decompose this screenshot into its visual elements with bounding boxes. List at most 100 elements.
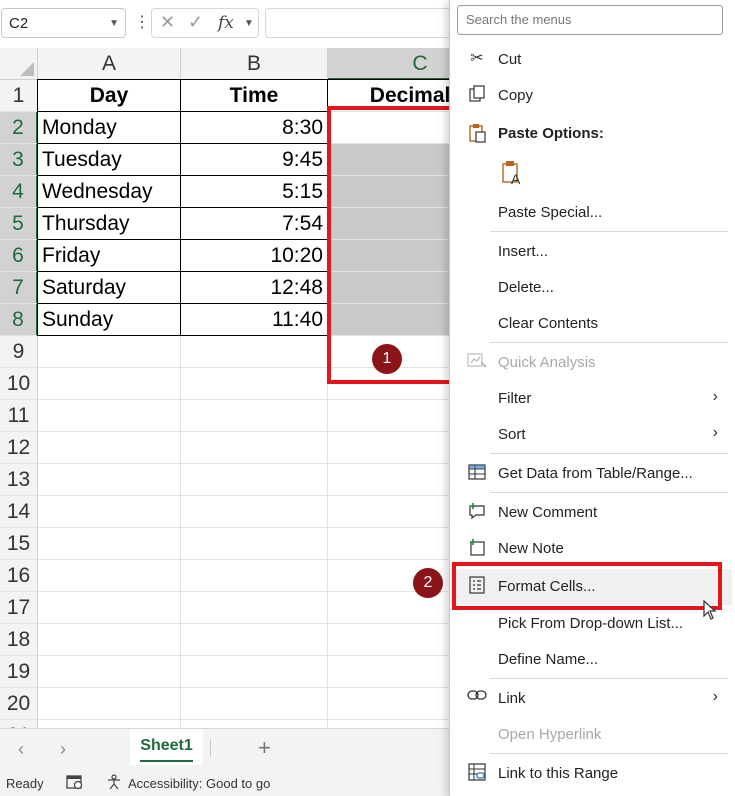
- menu-item-insert[interactable]: Insert...: [450, 234, 732, 268]
- menu-search-input[interactable]: Search the menus: [457, 5, 723, 35]
- cell-b2[interactable]: 8:30: [181, 112, 328, 144]
- cell-a2[interactable]: Monday: [38, 112, 181, 144]
- name-box[interactable]: C2 ▼: [1, 8, 126, 38]
- cell-b1[interactable]: Time: [181, 80, 328, 112]
- column-header-b[interactable]: B: [181, 48, 328, 80]
- cell-b4[interactable]: 5:15: [181, 176, 328, 208]
- select-all-button[interactable]: [0, 48, 38, 80]
- cell-b15[interactable]: [181, 528, 328, 560]
- cell-a15[interactable]: [38, 528, 181, 560]
- menu-item-clear-contents[interactable]: Clear Contents: [450, 306, 732, 340]
- add-sheet-button[interactable]: +: [258, 735, 271, 761]
- cell-b9[interactable]: [181, 336, 328, 368]
- cell-b20[interactable]: [181, 688, 328, 720]
- cell-b19[interactable]: [181, 656, 328, 688]
- cell-a8[interactable]: Sunday: [38, 304, 181, 336]
- cell-a19[interactable]: [38, 656, 181, 688]
- cell-a18[interactable]: [38, 624, 181, 656]
- row-header-21[interactable]: 21: [0, 720, 38, 728]
- formula-input[interactable]: [265, 8, 465, 38]
- cell-a7[interactable]: Saturday: [38, 272, 181, 304]
- menu-item-filter[interactable]: Filter ›: [450, 381, 732, 415]
- cell-b8[interactable]: 11:40: [181, 304, 328, 336]
- chevron-down-icon[interactable]: ▼: [244, 18, 254, 29]
- cell-a1[interactable]: Day: [38, 80, 181, 112]
- menu-item-open-hyperlink[interactable]: Open Hyperlink: [450, 717, 732, 751]
- cell-b14[interactable]: [181, 496, 328, 528]
- row-header-1[interactable]: 1: [0, 80, 38, 112]
- sheet-tab-sheet1[interactable]: Sheet1: [130, 729, 203, 765]
- column-header-a[interactable]: A: [38, 48, 181, 80]
- cell-a11[interactable]: [38, 400, 181, 432]
- row-header-2[interactable]: 2: [0, 112, 38, 144]
- menu-item-cut[interactable]: ✂ Cut: [450, 42, 732, 76]
- accessibility-icon[interactable]: [105, 774, 123, 793]
- row-header-18[interactable]: 18: [0, 624, 38, 656]
- cell-b3[interactable]: 9:45: [181, 144, 328, 176]
- cell-a12[interactable]: [38, 432, 181, 464]
- menu-item-define-name[interactable]: Define Name...: [450, 642, 732, 676]
- cell-b16[interactable]: [181, 560, 328, 592]
- row-header-6[interactable]: 6: [0, 240, 38, 272]
- menu-item-get-data[interactable]: Get Data from Table/Range...: [450, 456, 732, 490]
- cancel-icon[interactable]: ✕: [160, 12, 175, 33]
- cell-b5[interactable]: 7:54: [181, 208, 328, 240]
- cell-a21[interactable]: [38, 720, 181, 728]
- row-header-7[interactable]: 7: [0, 272, 38, 304]
- row-header-15[interactable]: 15: [0, 528, 38, 560]
- cell-a9[interactable]: [38, 336, 181, 368]
- cell-b10[interactable]: [181, 368, 328, 400]
- cell-b12[interactable]: [181, 432, 328, 464]
- cell-b11[interactable]: [181, 400, 328, 432]
- next-sheet-icon[interactable]: ›: [60, 739, 66, 760]
- menu-item-link[interactable]: Link ›: [450, 681, 732, 715]
- row-header-9[interactable]: 9: [0, 336, 38, 368]
- menu-item-quick-analysis[interactable]: Quick Analysis: [450, 345, 732, 379]
- cell-b13[interactable]: [181, 464, 328, 496]
- cell-b18[interactable]: [181, 624, 328, 656]
- row-header-4[interactable]: 4: [0, 176, 38, 208]
- insert-function-button[interactable]: fx: [218, 13, 234, 33]
- cell-a14[interactable]: [38, 496, 181, 528]
- menu-item-copy[interactable]: Copy: [450, 78, 732, 112]
- more-options-icon[interactable]: ⋮: [134, 12, 150, 32]
- cell-a3[interactable]: Tuesday: [38, 144, 181, 176]
- chevron-down-icon[interactable]: ▼: [109, 18, 119, 29]
- cell-a20[interactable]: [38, 688, 181, 720]
- cell-b6[interactable]: 10:20: [181, 240, 328, 272]
- paste-keep-source-button[interactable]: A: [450, 156, 732, 190]
- macro-recording-icon[interactable]: [66, 774, 84, 793]
- menu-item-sort[interactable]: Sort ›: [450, 417, 732, 451]
- menu-item-new-note[interactable]: New Note: [450, 531, 732, 565]
- cell-b7[interactable]: 12:48: [181, 272, 328, 304]
- cell-a17[interactable]: [38, 592, 181, 624]
- prev-sheet-icon[interactable]: ‹: [18, 739, 24, 760]
- cell-b17[interactable]: [181, 592, 328, 624]
- accessibility-status[interactable]: Accessibility: Good to go: [128, 776, 270, 791]
- enter-icon[interactable]: ✓: [188, 12, 203, 33]
- row-header-13[interactable]: 13: [0, 464, 38, 496]
- row-header-3[interactable]: 3: [0, 144, 38, 176]
- row-header-12[interactable]: 12: [0, 432, 38, 464]
- cell-a16[interactable]: [38, 560, 181, 592]
- cell-a6[interactable]: Friday: [38, 240, 181, 272]
- row-header-11[interactable]: 11: [0, 400, 38, 432]
- menu-item-delete[interactable]: Delete...: [450, 270, 732, 304]
- cell-a4[interactable]: Wednesday: [38, 176, 181, 208]
- cell-a5[interactable]: Thursday: [38, 208, 181, 240]
- row-header-10[interactable]: 10: [0, 368, 38, 400]
- row-header-20[interactable]: 20: [0, 688, 38, 720]
- cell-a10[interactable]: [38, 368, 181, 400]
- menu-item-link-to-range[interactable]: Link to this Range: [450, 756, 732, 790]
- cell-a13[interactable]: [38, 464, 181, 496]
- row-header-8[interactable]: 8: [0, 304, 38, 336]
- menu-item-paste-special[interactable]: Paste Special...: [450, 195, 732, 229]
- row-header-5[interactable]: 5: [0, 208, 38, 240]
- menu-item-new-comment[interactable]: New Comment: [450, 495, 732, 529]
- cell-b21[interactable]: [181, 720, 328, 728]
- row-header-16[interactable]: 16: [0, 560, 38, 592]
- menu-item-pick-from-dropdown[interactable]: Pick From Drop-down List...: [450, 606, 732, 640]
- row-header-17[interactable]: 17: [0, 592, 38, 624]
- row-header-19[interactable]: 19: [0, 656, 38, 688]
- row-header-14[interactable]: 14: [0, 496, 38, 528]
